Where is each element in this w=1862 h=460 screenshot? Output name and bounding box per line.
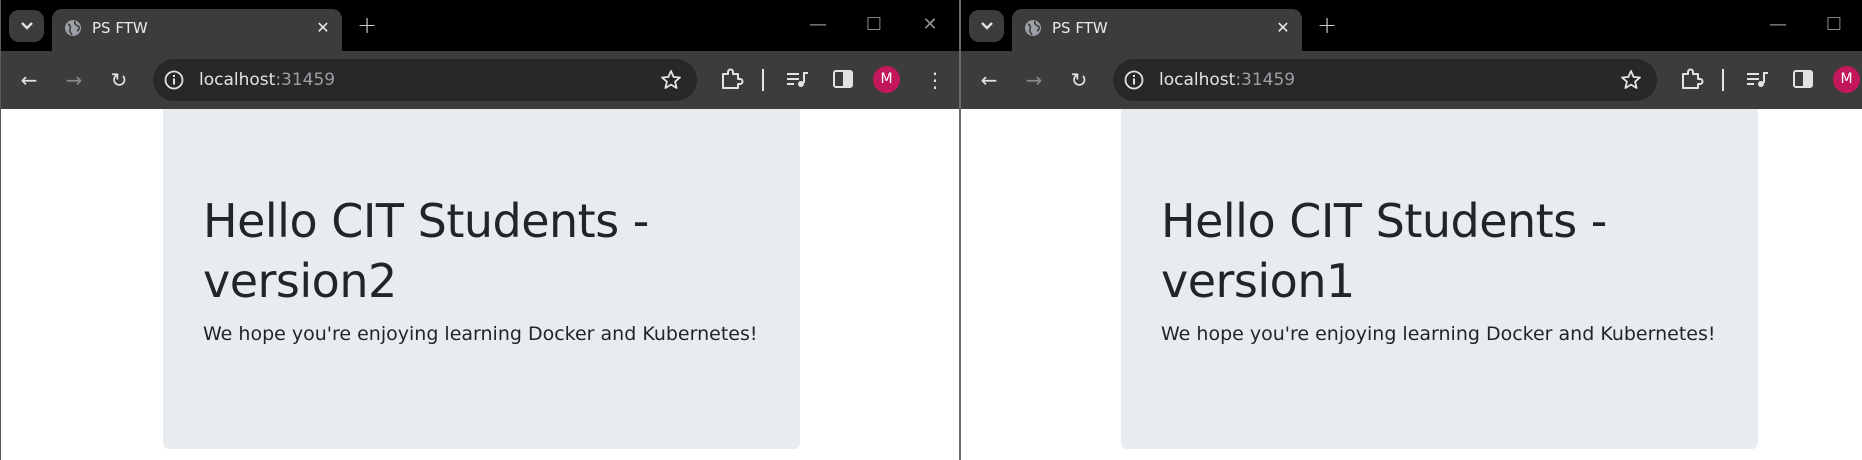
plus-icon: + [1316,11,1338,39]
chevron-down-icon [20,22,33,30]
browser-window-right: PS FTW ✕ + — ☐ ← → ↻ localhost:31459 M H… [961,0,1862,460]
url-text[interactable]: localhost:31459 [1159,70,1295,90]
back-button[interactable]: ← [974,65,1004,95]
plus-icon: + [356,11,378,39]
tab-title: PS FTW [92,19,148,37]
arrow-left-icon: ← [980,68,998,92]
toolbar-separator [762,69,764,91]
tab-active[interactable]: PS FTW ✕ [1012,9,1302,51]
info-icon[interactable] [163,69,185,91]
vertical-dots-icon[interactable]: ⋮ [925,65,945,95]
url-port: :31459 [1235,70,1296,90]
profile-avatar[interactable]: M [1833,66,1860,93]
globe-icon [1025,20,1041,36]
address-bar[interactable]: localhost:31459 [153,59,697,101]
page-content: Hello CIT Students - version2 We hope yo… [1,109,960,460]
media-controls-icon[interactable] [784,66,810,92]
close-window-button[interactable]: ✕ [917,12,943,38]
url-port: :31459 [275,70,336,90]
tab-active[interactable]: PS FTW ✕ [52,9,342,51]
reload-button[interactable]: ↻ [1064,65,1094,95]
tab-search-button[interactable] [969,10,1004,42]
maximize-button[interactable]: ☐ [861,12,887,38]
tab-search-button[interactable] [9,10,44,42]
puzzle-icon[interactable] [719,66,745,92]
browser-window-left: PS FTW ✕ + — ☐ ✕ ← → ↻ localhost:31459 M… [0,0,960,460]
new-tab-button[interactable]: + [355,12,379,38]
new-tab-button[interactable]: + [1315,12,1339,38]
globe-icon [65,20,81,36]
puzzle-icon[interactable] [1679,66,1705,92]
profile-avatar[interactable]: M [873,66,900,93]
close-icon[interactable]: ✕ [1274,19,1292,37]
lead-text: We hope you're enjoying learning Docker … [203,323,758,345]
toolbar: ← → ↻ localhost:31459 M ⋮ [1,51,960,109]
maximize-button[interactable]: ☐ [1821,12,1847,38]
arrow-right-icon: → [1025,68,1043,92]
close-icon[interactable]: ✕ [314,19,332,37]
jumbotron: Hello CIT Students - version1 We hope yo… [1121,109,1758,449]
side-panel-icon[interactable] [830,66,856,92]
star-icon[interactable] [1619,68,1643,92]
page-heading: Hello CIT Students - version2 [203,194,649,308]
info-icon[interactable] [1123,69,1145,91]
toolbar-separator [1722,69,1724,91]
title-bar: PS FTW ✕ + — ☐ ✕ [1,0,960,51]
toolbar: ← → ↻ localhost:31459 M [961,51,1862,109]
forward-button[interactable]: → [1019,65,1049,95]
reload-icon: ↻ [1070,68,1088,92]
star-icon[interactable] [659,68,683,92]
jumbotron: Hello CIT Students - version2 We hope yo… [163,109,800,449]
title-bar: PS FTW ✕ + — ☐ [961,0,1862,51]
lead-text: We hope you're enjoying learning Docker … [1161,323,1716,345]
side-panel-icon[interactable] [1790,66,1816,92]
reload-icon: ↻ [110,68,128,92]
url-host: localhost [199,70,276,90]
address-bar[interactable]: localhost:31459 [1113,59,1657,101]
reload-button[interactable]: ↻ [104,65,134,95]
arrow-right-icon: → [65,68,83,92]
minimize-button[interactable]: — [1765,12,1791,38]
arrow-left-icon: ← [20,68,38,92]
tab-title: PS FTW [1052,19,1108,37]
url-text[interactable]: localhost:31459 [199,70,335,90]
url-host: localhost [1159,70,1236,90]
chevron-down-icon [980,22,993,30]
page-heading: Hello CIT Students - version1 [1161,194,1607,308]
back-button[interactable]: ← [14,65,44,95]
forward-button[interactable]: → [59,65,89,95]
minimize-button[interactable]: — [805,12,831,38]
page-content: Hello CIT Students - version1 We hope yo… [961,109,1862,460]
media-controls-icon[interactable] [1744,66,1770,92]
